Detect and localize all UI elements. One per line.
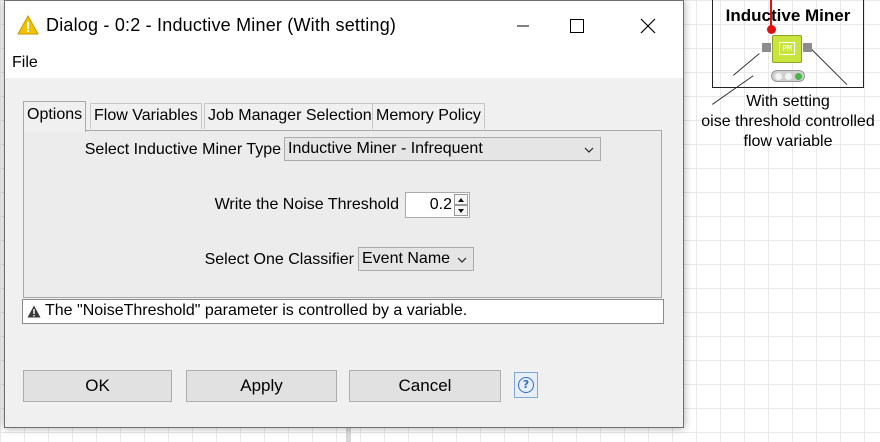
miner-type-dropdown[interactable]: Inductive Miner - Infrequent [284,137,601,161]
maximize-button[interactable] [552,1,602,50]
status-light-red [775,73,782,80]
flow-variable-port[interactable] [767,25,776,34]
close-button[interactable] [623,1,673,50]
spinner-down-arrow-icon[interactable] [454,205,468,216]
classifier-dropdown[interactable]: Event Name [358,247,474,271]
node-input-port[interactable] [762,43,771,52]
ok-button[interactable]: OK [23,370,172,402]
node-caption-line-1: With setting [746,93,830,110]
classifier-label: Select One Classifier [204,251,354,268]
help-icon: ? [518,377,534,393]
noise-threshold-value[interactable]: 0.2 [430,196,452,214]
node-dialog-window: Dialog - 0:2 - Inductive Miner (With set… [4,0,684,428]
chevron-down-icon [584,147,594,153]
miner-type-value: Inductive Miner - Infrequent [288,140,483,157]
minimize-button[interactable] [498,1,548,50]
tab-flow-variables[interactable]: Flow Variables [90,103,202,129]
knime-warning-icon [17,15,39,35]
noise-threshold-label: Write the Noise Threshold [214,196,399,213]
variable-connection [770,0,772,28]
apply-button[interactable]: Apply [186,370,337,402]
variable-warning-text: The "NoiseThreshold" parameter is contro… [45,302,468,319]
close-icon [640,18,656,33]
minimize-icon [517,25,529,26]
maximize-icon [570,18,584,33]
noise-threshold-spinner[interactable]: 0.2 [405,192,470,218]
status-light-yellow [785,73,792,80]
chevron-down-icon [457,257,467,263]
node-caption-line-2: oise threshold controlled [701,113,875,130]
node-output-port[interactable] [803,43,812,52]
node-title[interactable]: Inductive Miner [712,6,864,26]
node-caption[interactable]: With setting oise threshold controlled f… [680,92,880,152]
title-bar[interactable]: Dialog - 0:2 - Inductive Miner (With set… [5,1,683,50]
tab-options[interactable]: Options [23,101,87,132]
miner-type-label: Select Inductive Miner Type [84,141,281,158]
node-status-traffic-light [771,70,805,82]
node-icon-label: PM [779,42,795,55]
status-light-green [795,73,802,80]
inductive-miner-node-icon[interactable]: PM [772,35,802,63]
node-caption-line-3: flow variable [743,133,833,150]
menu-file[interactable]: File [12,54,38,72]
classifier-value: Event Name [362,250,451,267]
menu-bar: File [5,50,683,78]
variable-warning-bar: The "NoiseThreshold" parameter is contro… [22,299,664,324]
help-button[interactable]: ? [514,372,538,398]
window-title: Dialog - 0:2 - Inductive Miner (With set… [46,15,397,35]
cancel-button[interactable]: Cancel [349,370,501,402]
tab-memory-policy[interactable]: Memory Policy [372,103,485,129]
warning-triangle-icon [27,305,41,318]
tab-job-manager-selection[interactable]: Job Manager Selection [204,103,376,129]
spinner-up-arrow-icon[interactable] [454,194,468,205]
